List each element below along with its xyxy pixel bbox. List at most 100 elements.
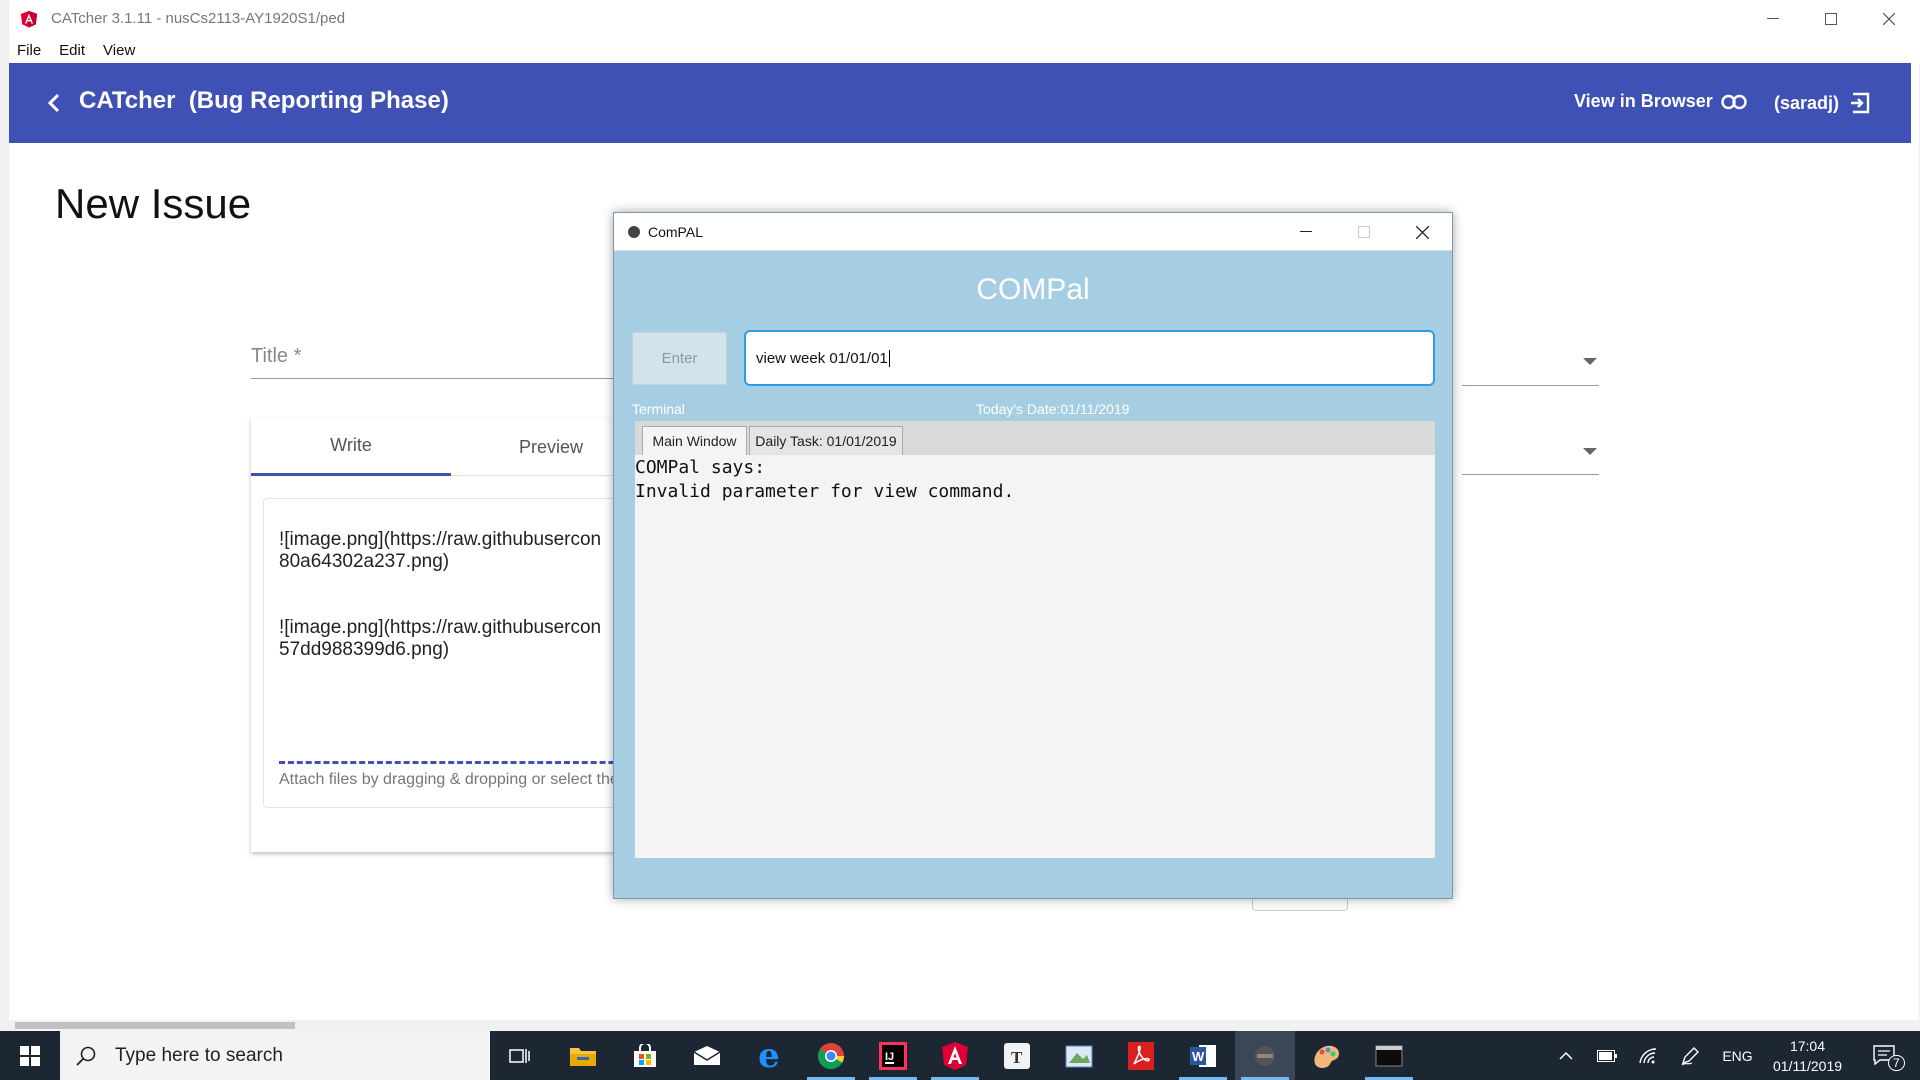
wifi-icon xyxy=(1639,1047,1657,1063)
tab-daily-task[interactable]: Daily Task: 01/01/2019 xyxy=(749,426,903,455)
description-editor-card: Write Preview ![image.png](https://raw.g… xyxy=(251,418,651,852)
app-name: CATcher xyxy=(79,87,176,114)
pen-workspace-button[interactable] xyxy=(1675,1031,1705,1080)
page-title: New Issue xyxy=(55,180,252,227)
chrome-button[interactable] xyxy=(801,1031,861,1080)
terminal-button[interactable] xyxy=(1359,1031,1419,1080)
close-icon xyxy=(1415,225,1429,239)
angular-icon xyxy=(942,1041,968,1070)
chrome-icon xyxy=(817,1042,845,1069)
action-center-button[interactable]: 7 xyxy=(1860,1031,1910,1080)
intellij-button[interactable]: IJ xyxy=(863,1031,923,1080)
tab-main-window[interactable]: Main Window xyxy=(642,426,747,455)
view-in-browser-label: View in Browser xyxy=(1574,91,1713,111)
output-line: COMPal says: xyxy=(635,457,766,478)
maximize-button[interactable] xyxy=(1802,0,1860,38)
terminal-icon xyxy=(1375,1045,1403,1066)
command-input[interactable]: view week 01/01/01 xyxy=(744,330,1435,386)
mail-button[interactable] xyxy=(677,1031,737,1080)
paint-button[interactable] xyxy=(1049,1031,1109,1080)
attach-files-hint[interactable]: Attach files by dragging & dropping or s… xyxy=(279,771,619,789)
file-explorer-button[interactable] xyxy=(553,1031,613,1080)
input-language[interactable]: ENG xyxy=(1715,1031,1760,1080)
mail-icon xyxy=(693,1045,721,1065)
logout-button[interactable]: (saradj) xyxy=(1774,91,1873,115)
app-title: CATcher (Bug Reporting Phase) xyxy=(79,87,449,115)
severity-select[interactable] xyxy=(1462,385,1599,386)
search-icon xyxy=(76,1046,96,1066)
editor-line: ![image.png](https://raw.githubusercon xyxy=(279,529,602,550)
compal-heading: COMPal xyxy=(976,273,1090,306)
compal-maximize-button[interactable] xyxy=(1335,213,1393,251)
window-titlebar: CATcher 3.1.11 - nusCs2113-AY1920S1/ped xyxy=(9,0,1920,38)
start-button[interactable] xyxy=(0,1031,60,1080)
clock[interactable]: 17:04 01/11/2019 xyxy=(1760,1036,1855,1076)
menu-view[interactable]: View xyxy=(103,42,135,59)
store-icon xyxy=(634,1043,656,1067)
chevron-left-icon xyxy=(47,93,60,113)
battery-status[interactable] xyxy=(1592,1031,1622,1080)
acrobat-button[interactable] xyxy=(1111,1031,1171,1080)
title-placeholder: Title * xyxy=(251,345,302,367)
horizontal-scrollbar-thumb[interactable] xyxy=(15,1022,295,1029)
app-toolbar: CATcher (Bug Reporting Phase) View in Br… xyxy=(9,63,1911,143)
terminal-label: Terminal xyxy=(632,401,685,417)
dropdown-arrow-icon[interactable] xyxy=(1583,358,1597,365)
battery-icon xyxy=(1597,1049,1617,1062)
maximize-icon xyxy=(1825,13,1837,25)
catcher-taskbar-button[interactable] xyxy=(925,1031,985,1080)
svg-text:IJ: IJ xyxy=(885,1051,894,1063)
window-title: CATcher 3.1.11 - nusCs2113-AY1920S1/ped xyxy=(51,10,346,27)
tray-overflow-button[interactable] xyxy=(1553,1031,1579,1080)
svg-text:W: W xyxy=(1192,1049,1205,1064)
taskbar-search[interactable]: Type here to search xyxy=(60,1031,490,1080)
svg-text:T: T xyxy=(1011,1048,1023,1067)
enter-button[interactable]: Enter xyxy=(632,332,727,385)
close-button[interactable] xyxy=(1860,0,1918,38)
title-input[interactable]: Title * xyxy=(251,345,641,379)
typora-icon: T xyxy=(1004,1042,1030,1069)
view-in-browser-button[interactable]: View in Browser xyxy=(1574,91,1747,112)
back-button[interactable] xyxy=(39,87,71,119)
link-icon xyxy=(1721,94,1747,109)
description-textarea[interactable]: ![image.png](https://raw.githubusercon 8… xyxy=(263,498,643,808)
typora-button[interactable]: T xyxy=(987,1031,1047,1080)
file-drop-zone[interactable] xyxy=(279,761,642,764)
menu-edit[interactable]: Edit xyxy=(59,42,85,59)
taskbar: Type here to search e IJ T W ENG 17:04 0… xyxy=(0,1031,1920,1080)
compal-close-button[interactable] xyxy=(1393,213,1451,251)
compal-app-icon xyxy=(628,226,640,238)
close-icon xyxy=(1883,13,1895,25)
output-line: Invalid parameter for view command. xyxy=(635,481,1015,502)
compal-icon xyxy=(1255,1045,1275,1066)
pen-icon xyxy=(1681,1046,1699,1065)
compal-minimize-button[interactable] xyxy=(1277,213,1335,251)
store-button[interactable] xyxy=(615,1031,675,1080)
clock-time: 17:04 xyxy=(1789,1038,1826,1054)
horizontal-scrollbar[interactable] xyxy=(9,1020,1920,1031)
command-value: view week 01/01/01 xyxy=(756,349,888,367)
maximize-icon xyxy=(1358,226,1370,238)
notification-count: 7 xyxy=(1888,1055,1905,1071)
dropdown-arrow-icon[interactable] xyxy=(1583,448,1597,455)
terminal-output[interactable]: COMPal says: Invalid parameter for view … xyxy=(635,455,1435,858)
menu-file[interactable]: File xyxy=(17,42,41,59)
minimize-button[interactable] xyxy=(1744,0,1802,38)
compal-taskbar-button[interactable] xyxy=(1235,1031,1295,1080)
wifi-status[interactable] xyxy=(1633,1031,1663,1080)
compal-titlebar: ComPAL xyxy=(614,213,1452,251)
edge-icon: e xyxy=(758,1035,780,1076)
paint3d-icon xyxy=(1314,1045,1340,1068)
word-button[interactable]: W xyxy=(1173,1031,1233,1080)
type-select[interactable] xyxy=(1462,474,1599,475)
minimize-icon xyxy=(1300,231,1312,232)
clock-date: 01/11/2019 xyxy=(1772,1058,1843,1074)
todays-date-label: Today's Date:01/11/2019 xyxy=(976,401,1130,417)
paint3d-button[interactable] xyxy=(1297,1031,1357,1080)
angular-app-icon xyxy=(20,10,38,28)
task-view-button[interactable] xyxy=(490,1031,550,1080)
edge-button[interactable]: e xyxy=(739,1031,799,1080)
chevron-up-icon xyxy=(1559,1051,1573,1060)
tab-write[interactable]: Write xyxy=(251,418,451,476)
editor-tabs: Write Preview xyxy=(251,418,651,476)
